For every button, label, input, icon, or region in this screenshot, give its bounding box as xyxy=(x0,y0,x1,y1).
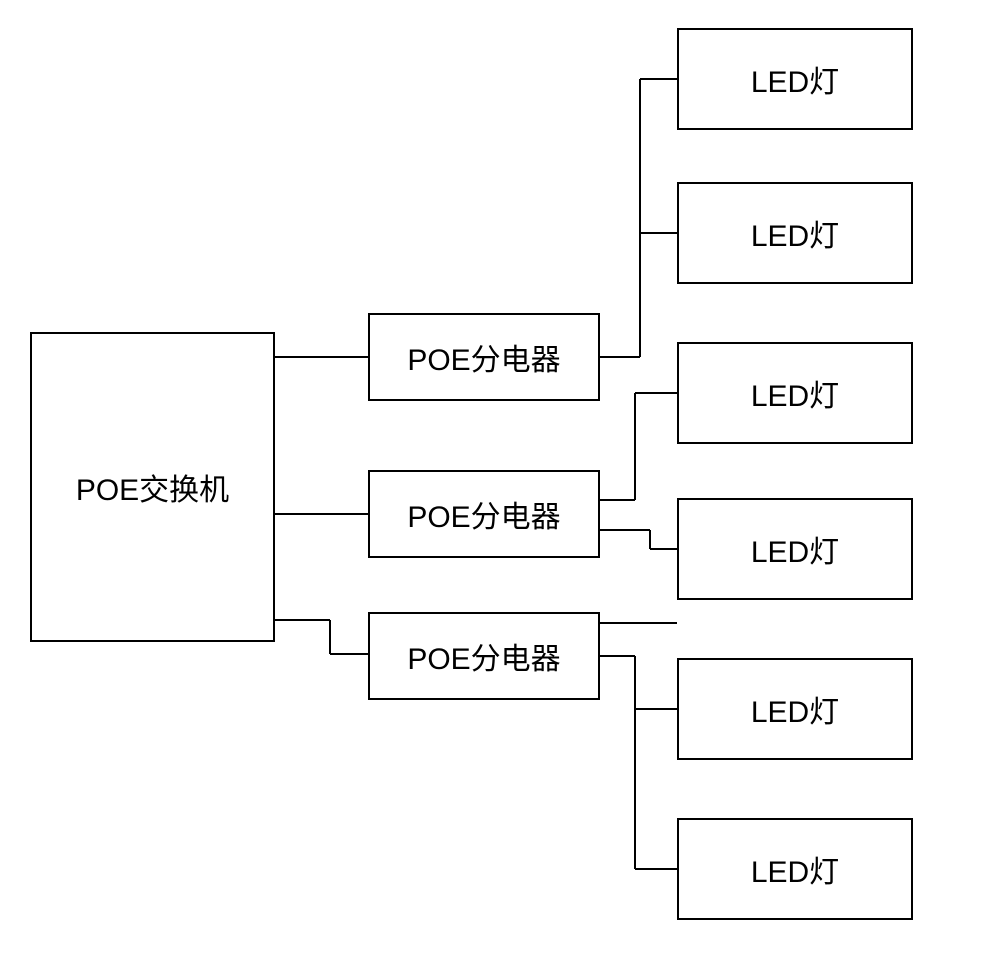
poe-splitter-box-3: POE分电器 xyxy=(368,612,600,700)
led-label-1: LED灯 xyxy=(751,57,839,101)
led-box-1: LED灯 xyxy=(677,28,913,130)
poe-splitter-label-1: POE分电器 xyxy=(407,335,560,379)
led-box-6: LED灯 xyxy=(677,818,913,920)
led-label-3: LED灯 xyxy=(751,371,839,415)
led-label-4: LED灯 xyxy=(751,527,839,571)
led-label-2: LED灯 xyxy=(751,211,839,255)
poe-splitter-label-2: POE分电器 xyxy=(407,492,560,536)
poe-splitter-box-2: POE分电器 xyxy=(368,470,600,558)
led-box-5: LED灯 xyxy=(677,658,913,760)
led-box-2: LED灯 xyxy=(677,182,913,284)
network-diagram: POE交换机 POE分电器 POE分电器 POE分电器 LED灯 LED灯 LE… xyxy=(0,0,1000,963)
led-label-5: LED灯 xyxy=(751,687,839,731)
led-label-6: LED灯 xyxy=(751,847,839,891)
poe-splitter-label-3: POE分电器 xyxy=(407,634,560,678)
led-box-3: LED灯 xyxy=(677,342,913,444)
poe-splitter-box-1: POE分电器 xyxy=(368,313,600,401)
led-box-4: LED灯 xyxy=(677,498,913,600)
poe-switch-label: POE交换机 xyxy=(76,465,229,509)
poe-switch-box: POE交换机 xyxy=(30,332,275,642)
